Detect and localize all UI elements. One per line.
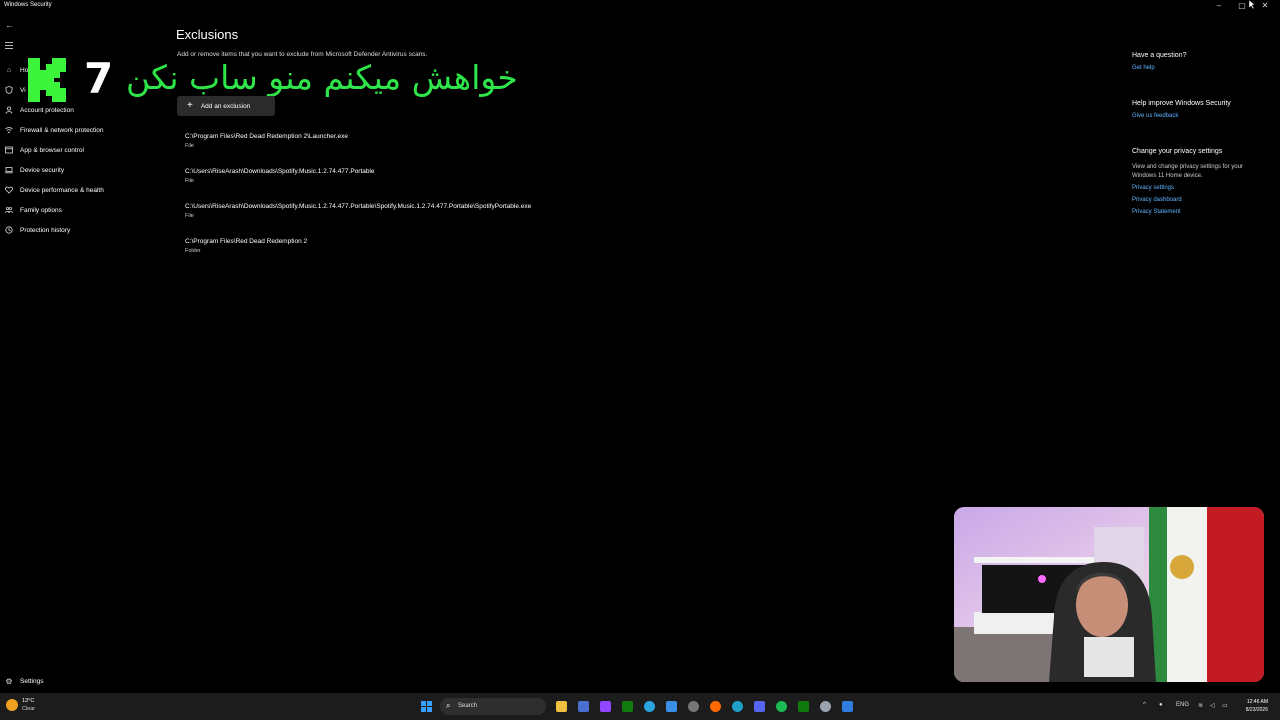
stream-overlay: 7 خواهش میکنم منو ساب نکن: [22, 54, 542, 106]
sidebar-item-firewall[interactable]: Firewall & network protection: [0, 120, 170, 140]
exclusion-type: File: [185, 178, 194, 184]
exclusion-path: C:\Program Files\Red Dead Redemption 2: [185, 238, 308, 245]
task-view-icon[interactable]: [578, 701, 589, 712]
exclusion-item[interactable]: C:\Users\RiseArash\Downloads\Spotify.Mus…: [185, 168, 785, 184]
start-button[interactable]: [421, 701, 432, 712]
title-bar: Windows Security – ▢ ✕: [0, 0, 1280, 14]
plus-icon: +: [187, 100, 193, 111]
improve-section: Help improve Windows Security Give us fe…: [1132, 100, 1272, 119]
clock-time: 12:46 AM: [1246, 699, 1268, 705]
exclusion-type: File: [185, 143, 194, 149]
exclusion-item[interactable]: C:\Program Files\Red Dead Redemption 2\L…: [185, 133, 785, 149]
weather-temperature: 13°C: [22, 698, 35, 704]
sidebar-item-label: Protection history: [20, 226, 71, 234]
mouse-cursor-icon: [1249, 0, 1255, 9]
sidebar-item-label: Firewall & network protection: [20, 126, 104, 134]
sidebar-item-label: Account protection: [20, 106, 74, 114]
settings-label: Settings: [20, 677, 44, 685]
get-help-link[interactable]: Get help: [1132, 65, 1272, 71]
page-title: Exclusions: [176, 27, 239, 42]
sidebar-item-device-performance[interactable]: Device performance & health: [0, 180, 170, 200]
privacy-statement-link[interactable]: Privacy Statement: [1132, 209, 1272, 215]
privacy-settings-link[interactable]: Privacy settings: [1132, 185, 1272, 191]
taskbar-search[interactable]: ⌕ Search: [440, 698, 546, 715]
sidebar-item-label: App & browser control: [20, 146, 84, 154]
privacy-dashboard-link[interactable]: Privacy dashboard: [1132, 197, 1272, 203]
heart-icon: [5, 186, 13, 194]
exclusion-item[interactable]: C:\Users\RiseArash\Downloads\Spotify.Mus…: [185, 203, 785, 219]
language-indicator[interactable]: ENG: [1176, 702, 1189, 708]
feedback-link[interactable]: Give us feedback: [1132, 113, 1272, 119]
clock-date: 8/23/2026: [1245, 707, 1268, 713]
volume-icon[interactable]: ◁: [1210, 702, 1215, 709]
privacy-section: Change your privacy settings View and ch…: [1132, 148, 1272, 215]
exclusion-path: C:\Users\RiseArash\Downloads\Spotify.Mus…: [185, 203, 532, 210]
xbox-icon[interactable]: [622, 701, 633, 712]
app-browser-icon: [5, 146, 13, 154]
home-icon: ⌂: [6, 66, 12, 74]
exclusion-type: Folder: [185, 248, 201, 254]
chevron-up-icon[interactable]: ^: [1143, 702, 1146, 708]
exclusion-path: C:\Users\RiseArash\Downloads\Spotify.Mus…: [185, 168, 375, 175]
microphone-icon[interactable]: ●: [1159, 702, 1163, 708]
privacy-heading: Change your privacy settings: [1132, 148, 1223, 155]
xbox-app-icon[interactable]: [798, 701, 809, 712]
overlay-number: 7: [84, 54, 114, 103]
gear-icon: ⚙: [5, 676, 13, 686]
add-exclusion-label: Add an exclusion: [200, 102, 251, 110]
spotify-icon[interactable]: [776, 701, 787, 712]
close-button[interactable]: ✕: [1254, 0, 1276, 12]
sidebar-item-label: Device performance & health: [20, 186, 104, 194]
hamburger-menu-icon[interactable]: [5, 40, 13, 51]
laptop-icon: [5, 166, 13, 174]
exclusion-path: C:\Program Files\Red Dead Redemption 2\L…: [185, 133, 348, 140]
webcam-feed: [954, 507, 1264, 682]
chatgpt-icon[interactable]: [688, 701, 699, 712]
firefox-icon[interactable]: [710, 701, 721, 712]
add-exclusion-button[interactable]: + Add an exclusion: [177, 96, 275, 116]
weather-condition: Clear: [22, 706, 36, 712]
person-icon: [5, 106, 13, 114]
battery-icon[interactable]: ▭: [1222, 702, 1228, 709]
edge-icon[interactable]: [732, 701, 743, 712]
twitch-icon[interactable]: [600, 701, 611, 712]
family-icon: [5, 206, 13, 214]
history-icon: [5, 226, 13, 234]
improve-heading: Help improve Windows Security: [1132, 100, 1231, 107]
sidebar-item-label: Family options: [20, 206, 62, 214]
help-section: Have a question? Get help: [1132, 52, 1272, 71]
sidebar-item-settings[interactable]: ⚙ Settings: [0, 676, 44, 686]
back-arrow-icon[interactable]: ←: [5, 20, 14, 30]
taskbar: 13°C Clear ⌕ Search ^ ● ENG ≋ ◁ ▭ 12:46 …: [0, 693, 1280, 720]
search-icon: ⌕: [446, 701, 451, 710]
telegram-icon[interactable]: [644, 701, 655, 712]
wifi-tray-icon[interactable]: ≋: [1198, 702, 1203, 709]
file-explorer-icon[interactable]: [556, 701, 567, 712]
privacy-text: View and change privacy settings for you…: [1132, 164, 1243, 179]
sidebar-item-device-security[interactable]: Device security: [0, 160, 170, 180]
clock[interactable]: 12:46 AM 8/23/2026: [1238, 698, 1268, 714]
page-subtitle: Add or remove items that you want to exc…: [177, 51, 428, 58]
window-title: Windows Security: [4, 2, 52, 8]
sidebar-item-label: Device security: [20, 166, 65, 174]
app-icon[interactable]: [666, 701, 677, 712]
sidebar-item-family-options[interactable]: Family options: [0, 200, 170, 220]
windows-security-icon[interactable]: [842, 701, 853, 712]
kick-logo: [28, 58, 66, 102]
wifi-icon: [5, 126, 13, 134]
settings-app-icon[interactable]: [820, 701, 831, 712]
weather-moon-icon[interactable]: [6, 699, 18, 711]
search-label: Search: [458, 703, 478, 709]
minimize-button[interactable]: –: [1208, 0, 1230, 12]
discord-icon[interactable]: [754, 701, 765, 712]
sidebar-item-protection-history[interactable]: Protection history: [0, 220, 170, 240]
overlay-text: خواهش میکنم منو ساب نکن: [126, 58, 518, 97]
sidebar-item-app-browser[interactable]: App & browser control: [0, 140, 170, 160]
exclusion-type: File: [185, 213, 194, 219]
shield-icon: [5, 86, 13, 94]
help-heading: Have a question?: [1132, 52, 1187, 59]
exclusion-item[interactable]: C:\Program Files\Red Dead Redemption 2 F…: [185, 238, 785, 254]
